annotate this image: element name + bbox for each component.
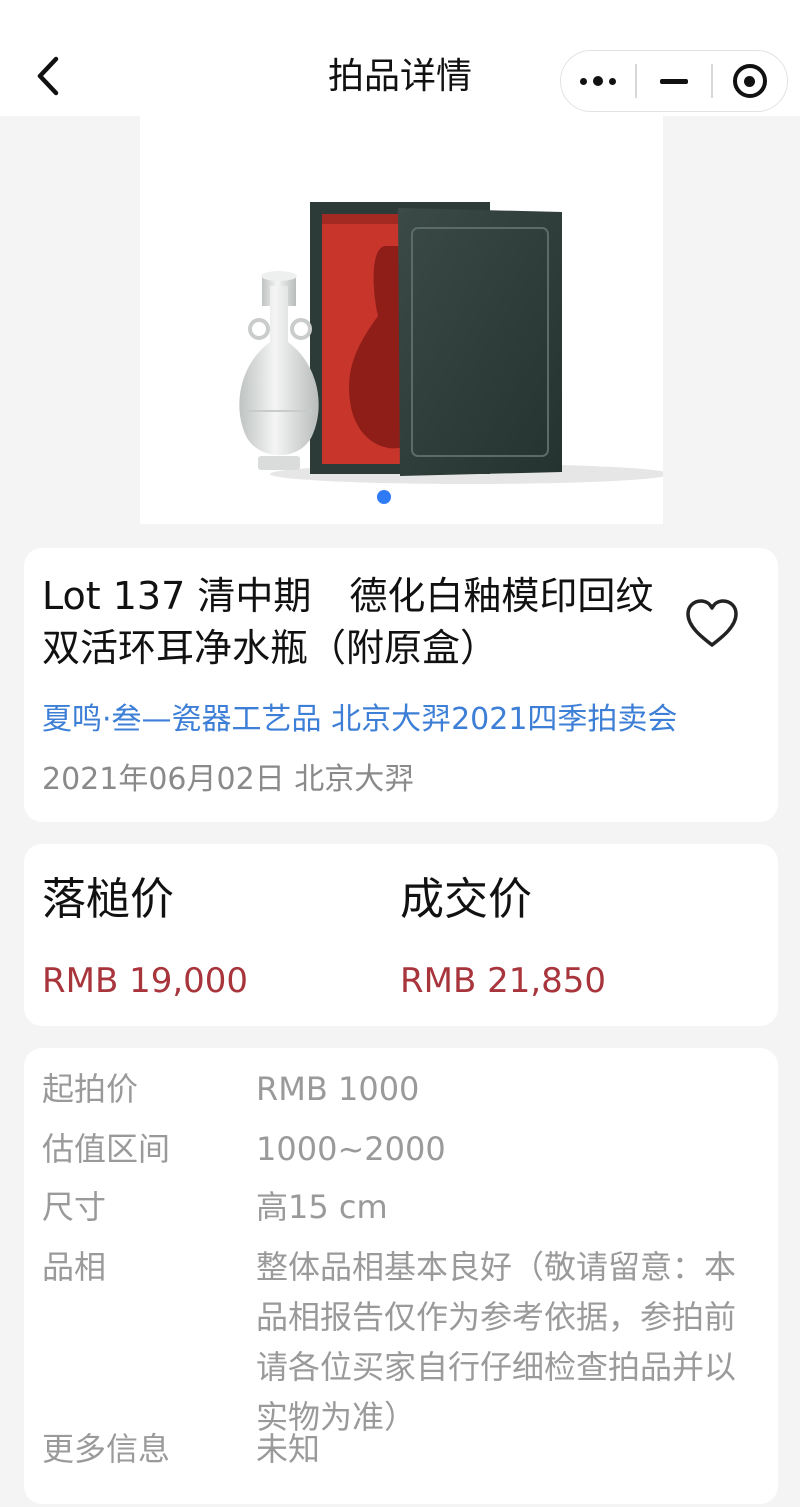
detail-key: 估值区间 — [42, 1130, 171, 1168]
deal-price-value: RMB 21,850 — [400, 961, 607, 1001]
vase-with-box-image — [239, 202, 663, 484]
close-program-button[interactable] — [713, 51, 787, 111]
detail-value: 高15 cm — [256, 1188, 388, 1226]
more-dots-icon-right — [609, 77, 617, 85]
detail-value: 未知 — [256, 1430, 321, 1468]
detail-key: 起拍价 — [42, 1070, 139, 1108]
hammer-price-label: 落槌价 — [42, 874, 174, 925]
more-dots-icon — [580, 77, 588, 85]
navigation-bar: 拍品详情 — [0, 0, 800, 116]
detail-value: 1000~2000 — [256, 1130, 446, 1168]
more-options-button[interactable] — [561, 51, 635, 111]
details-card: 起拍价 RMB 1000 估值区间 1000~2000 尺寸 高15 cm 品相… — [24, 1048, 778, 1504]
detail-key: 品相 — [42, 1248, 107, 1286]
favorite-button[interactable] — [684, 598, 740, 650]
lot-info-card: Lot 137 清中期 德化白釉模印回纹双活环耳净水瓶（附原盒） 夏鸣·叁—瓷器… — [24, 548, 778, 822]
heart-icon — [686, 599, 738, 647]
target-icon-center — [744, 75, 756, 87]
detail-key: 尺寸 — [42, 1188, 107, 1226]
auction-session-link[interactable]: 夏鸣·叁—瓷器工艺品 北京大羿2021四季拍卖会 — [42, 698, 772, 742]
minus-icon — [659, 78, 688, 84]
mini-program-capsule — [560, 50, 788, 112]
gallery-page-indicator — [377, 490, 391, 504]
lot-title: Lot 137 清中期 德化白釉模印回纹双活环耳净水瓶（附原盒） — [42, 574, 654, 670]
auction-date: 2021年06月02日 北京大羿 — [42, 762, 415, 797]
hammer-price-value: RMB 19,000 — [42, 961, 249, 1001]
deal-price-label: 成交价 — [400, 874, 532, 925]
lot-image[interactable] — [140, 116, 663, 524]
more-dots-icon-center — [593, 76, 604, 86]
detail-value: RMB 1000 — [256, 1070, 420, 1108]
price-card: 落槌价 RMB 19,000 成交价 RMB 21,850 — [24, 844, 778, 1026]
detail-key: 更多信息 — [42, 1430, 171, 1468]
detail-value: 整体品相基本良好（敬请留意：本品相报告仅作为参考依据，参拍前请各位买家自行仔细检… — [256, 1248, 737, 1436]
minimize-button[interactable] — [637, 51, 711, 111]
target-icon — [732, 64, 767, 98]
